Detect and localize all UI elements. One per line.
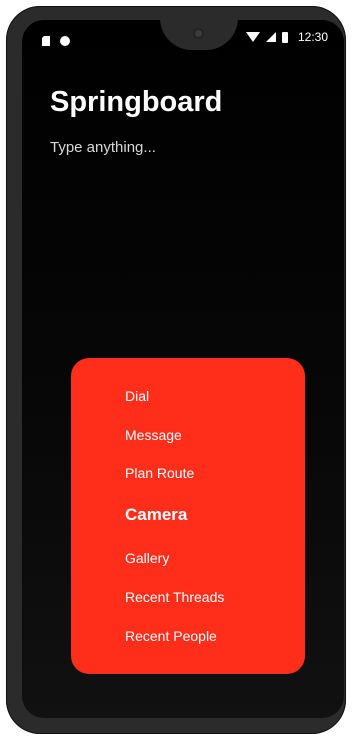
battery-icon	[281, 31, 288, 43]
menu-item-camera[interactable]: Camera	[125, 505, 187, 525]
status-bar-left	[42, 36, 70, 46]
status-time: 12:30	[297, 30, 328, 44]
notification-dot-icon	[60, 36, 70, 46]
cell-signal-icon	[265, 32, 276, 42]
sd-card-icon	[42, 36, 50, 46]
search-input[interactable]	[50, 135, 310, 159]
menu-item-dial[interactable]: Dial	[125, 388, 149, 404]
menu-item-message[interactable]: Message	[125, 427, 182, 443]
front-camera-icon	[193, 28, 204, 39]
app-title: Springboard	[50, 86, 223, 118]
phone-screen: 12:30 Springboard Dial Message Plan Rout…	[22, 20, 344, 718]
menu-item-plan-route[interactable]: Plan Route	[125, 465, 194, 481]
action-menu-card: Dial Message Plan Route Camera Gallery R…	[71, 358, 305, 674]
status-bar-right: 12:30	[245, 30, 328, 44]
wifi-icon	[245, 32, 260, 42]
phone-frame: 12:30 Springboard Dial Message Plan Rout…	[6, 6, 346, 734]
menu-item-recent-threads[interactable]: Recent Threads	[125, 589, 224, 605]
menu-item-gallery[interactable]: Gallery	[125, 550, 169, 566]
menu-item-recent-people[interactable]: Recent People	[125, 628, 217, 644]
